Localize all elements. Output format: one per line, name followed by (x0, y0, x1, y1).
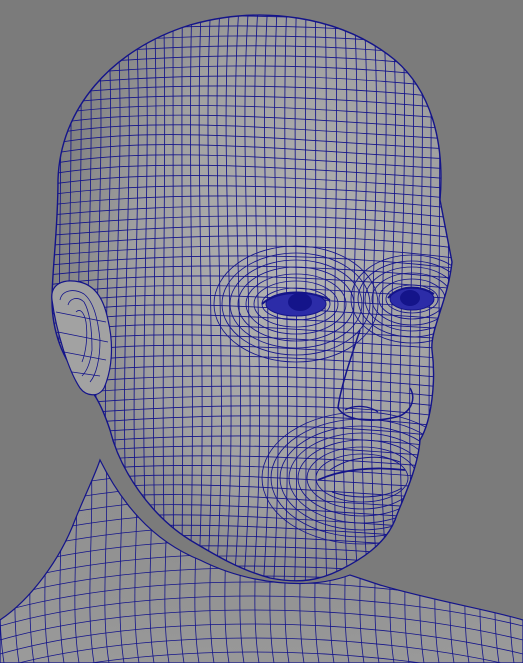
3d-viewport[interactable] (0, 0, 523, 663)
viewport-canvas[interactable] (0, 0, 523, 663)
